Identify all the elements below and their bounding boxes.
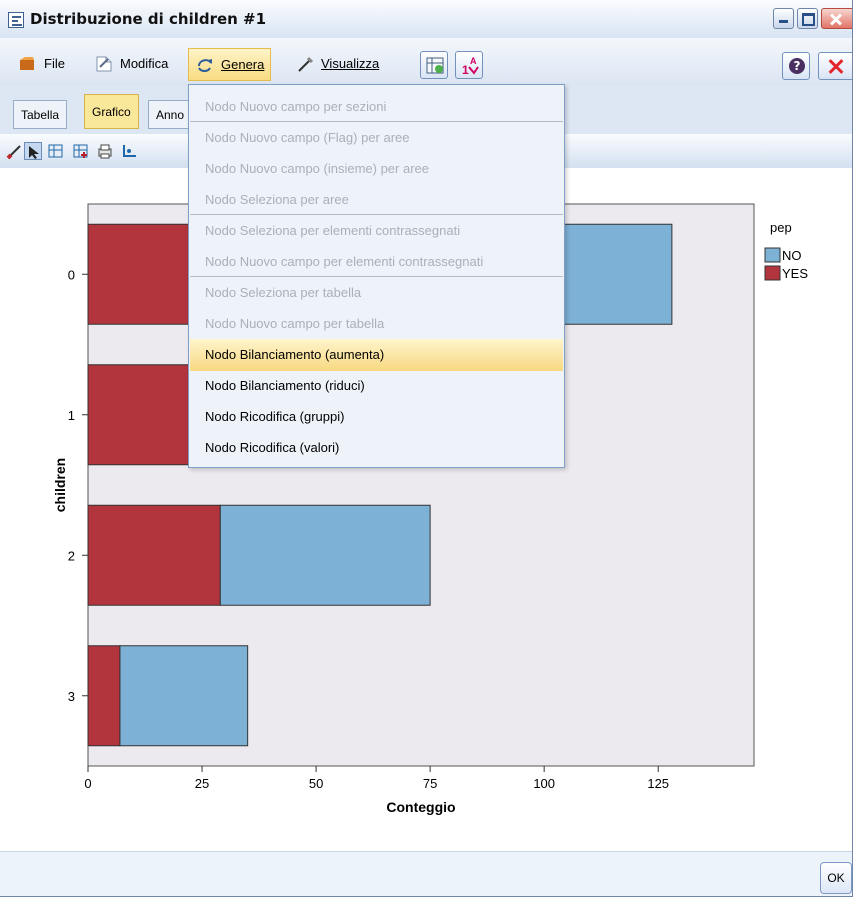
- x-axis-label: Conteggio: [386, 799, 455, 815]
- window: Distribuzione di children #1 File Modifi…: [0, 0, 853, 897]
- menu-item-4: Nodo Seleziona per elementi contrassegna…: [205, 223, 461, 238]
- grid-plus-icon[interactable]: [72, 142, 90, 160]
- menu-file[interactable]: File: [12, 51, 71, 76]
- tab-tabella[interactable]: Tabella: [13, 100, 68, 129]
- menu-visualizza-label: Visualizza: [321, 56, 380, 71]
- menu-modifica[interactable]: Modifica: [88, 51, 174, 76]
- legend-label-yes: YES: [782, 266, 808, 281]
- y-tick-label-0: 0: [68, 267, 75, 282]
- axis-icon[interactable]: [120, 142, 138, 160]
- x-tick-label-125: 125: [647, 776, 669, 791]
- bar-yes-2: [87, 504, 221, 606]
- menu-item-5: Nodo Nuovo campo per elementi contrasseg…: [205, 254, 484, 269]
- menu-file-label: File: [44, 56, 65, 71]
- sort-icon[interactable]: 1A: [455, 51, 483, 79]
- menu-genera-label: Genera: [221, 57, 265, 72]
- x-tick-label-75: 75: [423, 776, 437, 791]
- bar-yes-3: [87, 645, 121, 747]
- x-tick-label-0: 0: [84, 776, 91, 791]
- menu-genera[interactable]: Genera: [188, 48, 272, 81]
- maximize-button[interactable]: [797, 8, 818, 29]
- y-axis-label: children: [52, 458, 68, 512]
- menu-item-1: Nodo Nuovo campo (Flag) per aree: [205, 130, 410, 145]
- x-tick-label-100: 100: [533, 776, 555, 791]
- svg-text:1: 1: [462, 63, 469, 77]
- menu-item-9[interactable]: Nodo Bilanciamento (riduci): [190, 370, 563, 402]
- pointer-icon[interactable]: [24, 142, 42, 160]
- edit-icon: [94, 55, 114, 73]
- ok-button[interactable]: OK: [820, 862, 852, 894]
- titlebar[interactable]: Distribuzione di children #1: [0, 0, 852, 39]
- menu-modifica-label: Modifica: [120, 56, 169, 71]
- y-tick-label-3: 3: [68, 689, 75, 704]
- legend-title: pep: [770, 220, 792, 235]
- bar-no-3: [119, 645, 249, 747]
- table-export-icon[interactable]: [420, 51, 448, 79]
- close-window-button[interactable]: [821, 8, 852, 29]
- printer-icon[interactable]: [96, 142, 114, 160]
- file-icon: [18, 55, 38, 73]
- menu-item-3: Nodo Seleziona per aree: [205, 192, 349, 207]
- help-icon[interactable]: ?: [782, 52, 810, 80]
- menu-item-8[interactable]: Nodo Bilanciamento (aumenta): [190, 339, 563, 371]
- window-title: Distribuzione di children #1: [30, 10, 267, 28]
- legend-swatch-yes: [764, 265, 781, 281]
- x-tick-label-25: 25: [195, 776, 209, 791]
- tab-grafico[interactable]: Grafico: [84, 94, 139, 129]
- y-tick-label-1: 1: [68, 408, 75, 423]
- close-icon[interactable]: [818, 52, 852, 80]
- view-icon: [295, 55, 315, 73]
- minimize-button[interactable]: [773, 8, 794, 29]
- menu-item-6: Nodo Seleziona per tabella: [205, 285, 362, 300]
- legend-label-no: NO: [782, 248, 802, 263]
- genera-dropdown-menu: Nodo Nuovo campo per sezioni Nodo Nuovo c…: [188, 84, 565, 468]
- menu-item-0: Nodo Nuovo campo per sezioni: [205, 99, 387, 114]
- menubar: File Modifica Genera Visualizza 1A ?: [0, 38, 852, 87]
- bar-no-2: [219, 504, 431, 606]
- y-tick-label-2: 2: [68, 548, 75, 563]
- legend-swatch-no: [764, 247, 781, 263]
- menu-visualizza[interactable]: Visualizza: [289, 51, 385, 76]
- menu-item-10[interactable]: Nodo Ricodifica (gruppi): [190, 401, 563, 433]
- grid-icon[interactable]: [47, 142, 65, 160]
- menu-item-2: Nodo Nuovo campo (insieme) per aree: [205, 161, 429, 176]
- svg-text:A: A: [470, 56, 477, 66]
- x-tick-label-50: 50: [309, 776, 323, 791]
- bottom-bar: OK: [0, 851, 852, 896]
- tab-annotazioni[interactable]: Anno: [148, 100, 193, 129]
- menu-item-11[interactable]: Nodo Ricodifica (valori): [190, 432, 563, 464]
- generate-icon: [195, 56, 215, 74]
- chart-window-icon: [8, 12, 24, 28]
- menu-item-7: Nodo Nuovo campo per tabella: [205, 316, 385, 331]
- brush-icon[interactable]: [6, 142, 24, 160]
